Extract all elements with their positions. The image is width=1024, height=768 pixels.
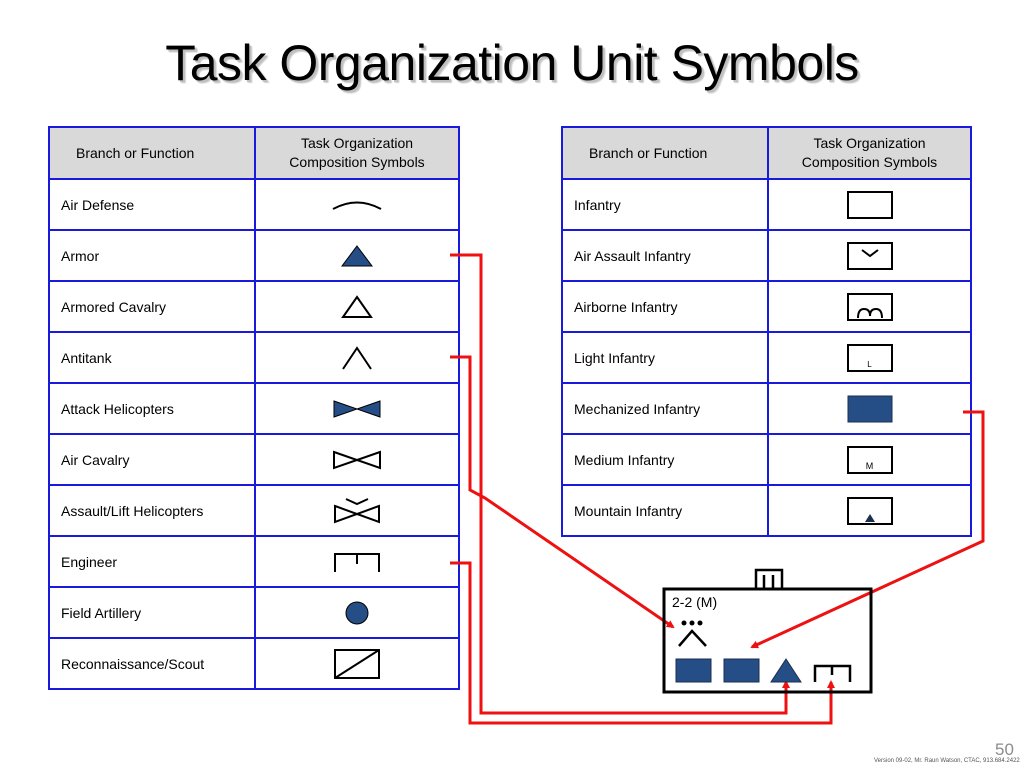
row-label: Engineer [48, 535, 256, 588]
header-symbols-line1: Task Organization [300, 135, 414, 151]
row-label: Air Cavalry [48, 433, 256, 486]
engineer-bracket-icon [334, 552, 380, 572]
row-label: Air Assault Infantry [561, 229, 769, 282]
table-row: Armor [48, 229, 460, 282]
air-cavalry-outline-bowtie-icon [333, 450, 381, 469]
mountain-infantry-box-icon [846, 496, 893, 525]
attack-helicopter-filled-bowtie-icon [333, 399, 381, 418]
table-row: Light Infantry L [561, 331, 972, 384]
row-label: Field Artillery [48, 586, 256, 639]
right-symbol-table: Branch or Function Task Organization Com… [561, 126, 972, 537]
table-row: Reconnaissance/Scout [48, 637, 460, 690]
table-row: Armored Cavalry [48, 280, 460, 333]
unit-engineer-icon [813, 664, 852, 682]
row-label: Armored Cavalry [48, 280, 256, 333]
row-label: Reconnaissance/Scout [48, 637, 256, 690]
unit-designation-label: 2-2 (M) [672, 594, 718, 610]
left-symbol-table: Branch or Function Task Organization Com… [48, 126, 460, 690]
header-symbols-line1: Task Organization [813, 135, 926, 151]
air-defense-arc-icon [332, 201, 382, 210]
row-label: Armor [48, 229, 256, 282]
unit-mechanized-infantry-icon [675, 658, 712, 683]
connector-engineer [450, 561, 835, 725]
light-infantry-box-icon: L [846, 343, 893, 372]
light-infantry-letter: L [867, 359, 872, 369]
row-label: Airborne Infantry [561, 280, 769, 333]
table-row: Airborne Infantry [561, 280, 972, 333]
row-label: Mountain Infantry [561, 484, 769, 537]
version-footer: Version 09-02, Mr. Raun Watson, CTAC, 91… [874, 758, 1020, 764]
table-row: Field Artillery [48, 586, 460, 639]
medium-infantry-letter: M [865, 460, 874, 471]
table-row: Assault/Lift Helicopters [48, 484, 460, 537]
row-label: Mechanized Infantry [561, 382, 769, 435]
row-label: Antitank [48, 331, 256, 384]
table-row: Antitank [48, 331, 460, 384]
header-symbols: Task Organization Composition Symbols [767, 126, 972, 180]
mechanized-infantry-filled-box-icon [847, 395, 892, 422]
header-symbols-line2: Composition Symbols [801, 154, 938, 170]
row-label: Light Infantry [561, 331, 769, 384]
table-row: Mountain Infantry [561, 484, 972, 537]
armor-filled-triangle-icon [341, 244, 373, 266]
header-symbols: Task Organization Composition Symbols [254, 126, 460, 180]
table-row: Engineer [48, 535, 460, 588]
header-branch: Branch or Function [561, 126, 769, 180]
armored-cavalry-outline-triangle-icon [341, 294, 373, 318]
table-row: Infantry [561, 178, 972, 231]
recon-slashed-box-icon [334, 648, 380, 679]
slide-title: Task Organization Unit Symbols [165, 35, 859, 91]
row-label: Attack Helicopters [48, 382, 256, 435]
table-row: Mechanized Infantry [561, 382, 972, 435]
air-assault-infantry-box-icon [846, 241, 893, 270]
assault-lift-helicopter-bowtie-icon [334, 497, 380, 523]
field-artillery-dot-icon [345, 601, 369, 624]
header-symbols-line2: Composition Symbols [289, 154, 425, 170]
row-label: Medium Infantry [561, 433, 769, 486]
unit-antitank-icon [678, 620, 707, 647]
table-row: Air Defense [48, 178, 460, 231]
table-row: Air Cavalry [48, 433, 460, 486]
unit-mechanized-infantry-icon [723, 658, 760, 683]
table-header-row: Branch or Function Task Organization Com… [48, 126, 460, 180]
page-number: 50 [995, 740, 1014, 759]
table-row: Air Assault Infantry [561, 229, 972, 282]
antitank-chevron-icon [342, 345, 372, 370]
medium-infantry-box-icon: M [846, 445, 893, 474]
row-label: Assault/Lift Helicopters [48, 484, 256, 537]
table-row: Attack Helicopters [48, 382, 460, 435]
table-header-row: Branch or Function Task Organization Com… [561, 126, 972, 180]
row-label: Infantry [561, 178, 769, 231]
company-echelon-icon [754, 568, 784, 589]
unit-armor-icon [770, 658, 802, 683]
table-row: Medium Infantry M [561, 433, 972, 486]
header-branch: Branch or Function [48, 126, 256, 180]
airborne-infantry-box-icon [846, 292, 893, 321]
row-label: Air Defense [48, 178, 256, 231]
infantry-box-icon [846, 190, 893, 219]
